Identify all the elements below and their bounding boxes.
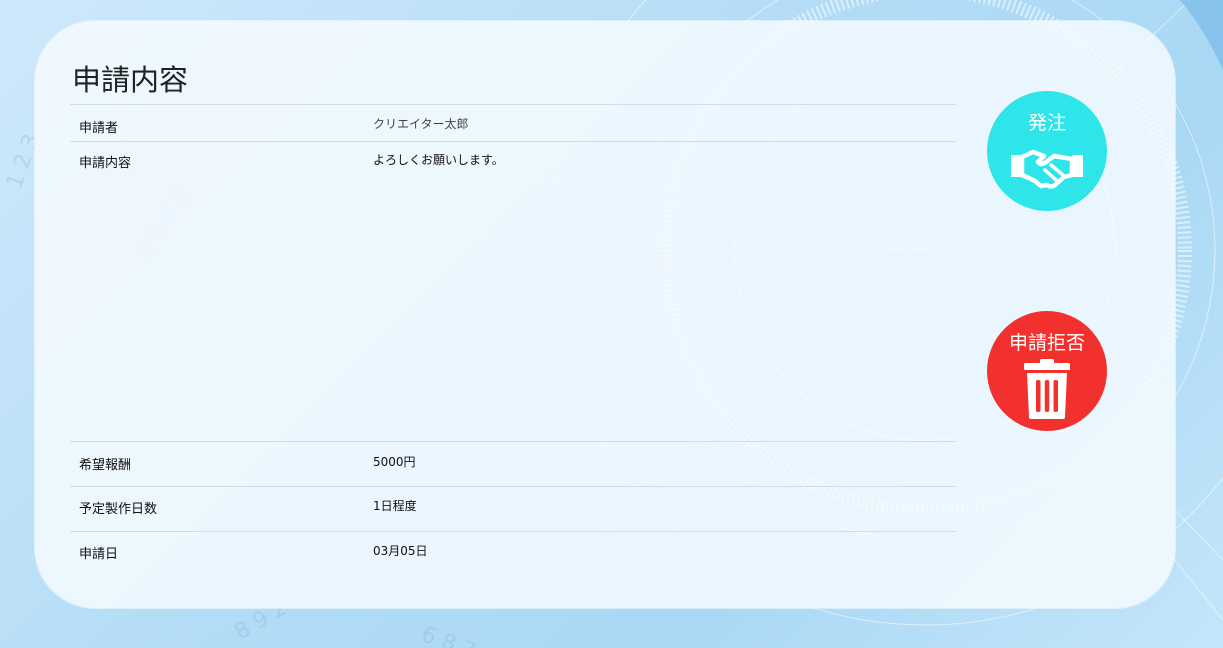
reward-value: 5000円 bbox=[373, 455, 416, 469]
reject-button[interactable]: 申請拒否 bbox=[987, 311, 1107, 431]
table-row-content: 申請内容 よろしくお願いします。 bbox=[70, 142, 956, 442]
reward-label: 希望報酬 bbox=[79, 458, 132, 473]
content-label: 申請内容 bbox=[79, 156, 132, 171]
days-value: 1日程度 bbox=[373, 499, 417, 513]
applicant-value: クリエイター太郎 bbox=[373, 117, 469, 131]
svg-text:6 8 7: 6 8 7 bbox=[418, 622, 479, 648]
handshake-icon bbox=[1011, 149, 1083, 189]
order-button-label: 発注 bbox=[1027, 112, 1066, 134]
date-value: 03月05日 bbox=[373, 544, 428, 558]
date-label: 申請日 bbox=[79, 547, 119, 562]
days-label: 予定製作日数 bbox=[79, 502, 158, 517]
applicant-label: 申請者 bbox=[79, 121, 119, 136]
page-title: 申請内容 bbox=[72, 63, 189, 97]
table-row-days: 予定製作日数 1日程度 bbox=[70, 487, 956, 532]
table-row-date: 申請日 03月05日 bbox=[70, 532, 956, 576]
order-button[interactable]: 発注 bbox=[987, 91, 1107, 211]
reject-button-label: 申請拒否 bbox=[1008, 332, 1085, 354]
table-row-reward: 希望報酬 5000円 bbox=[70, 442, 956, 487]
details-table: 申請者 クリエイター太郎 申請内容 よろしくお願いします。 希望報酬 5000円… bbox=[70, 104, 956, 576]
content-value: よろしくお願いします。 bbox=[373, 153, 504, 167]
trash-icon bbox=[1024, 359, 1070, 419]
table-row-applicant: 申請者 クリエイター太郎 bbox=[70, 105, 956, 142]
